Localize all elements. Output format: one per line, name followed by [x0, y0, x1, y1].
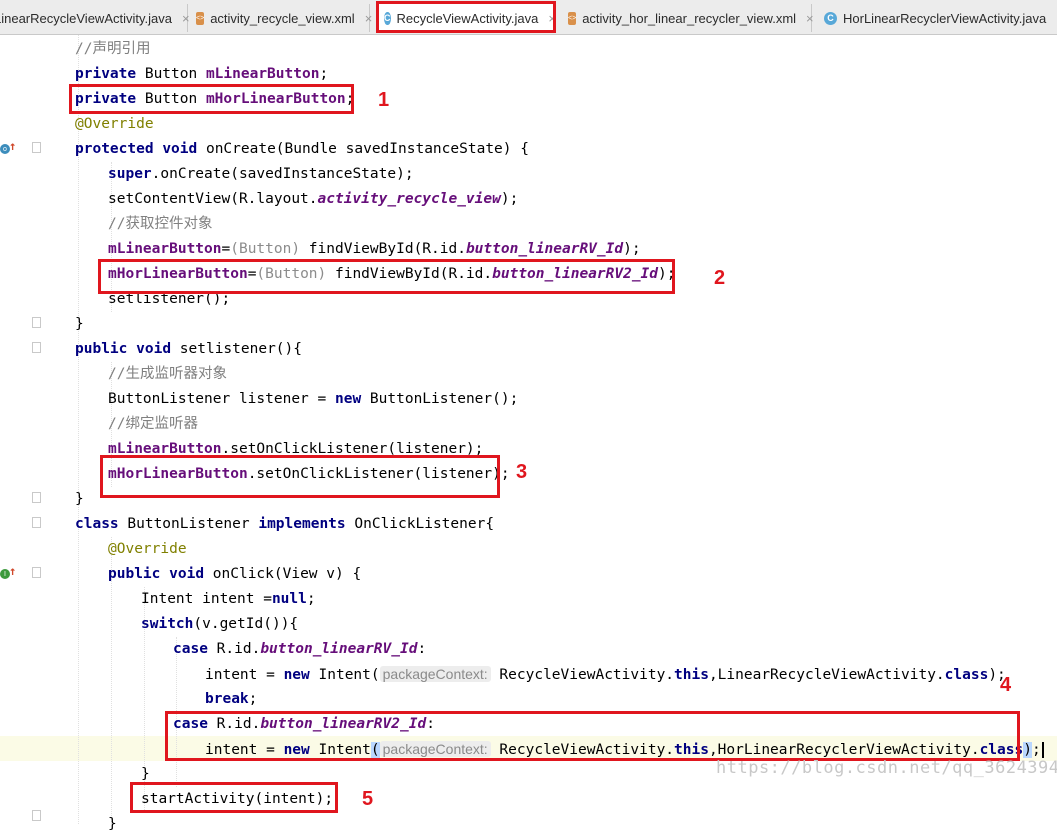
code-line: Intent intent =null;: [141, 591, 316, 607]
highlight-box-5: [130, 782, 338, 813]
java-class-icon: C: [824, 11, 837, 25]
close-icon[interactable]: ×: [806, 11, 814, 26]
annotation-number-3: 3: [516, 461, 528, 483]
annotation-number-5: 5: [362, 788, 374, 810]
code-line: //生成监听器对象: [108, 366, 227, 382]
tab-activity-recycle-view-xml[interactable]: <> activity_recycle_view.xml ×: [190, 4, 373, 32]
fold-marker-icon[interactable]: [32, 517, 41, 528]
code-line: }: [75, 491, 84, 507]
highlight-box-2: [98, 259, 675, 294]
code-line: //绑定监听器: [108, 416, 198, 432]
text-caret: [1041, 742, 1044, 758]
watermark: https://blog.csdn.net/qq_36243942: [716, 758, 1057, 778]
fold-marker-icon[interactable]: [32, 567, 41, 578]
code-line: public void onClick(View v) {: [108, 566, 362, 582]
code-line: }: [108, 816, 117, 832]
tab-label: LinearRecycleViewActivity.java: [0, 10, 172, 26]
highlight-box-4: [165, 711, 1020, 761]
code-line: ButtonListener listener = new ButtonList…: [108, 391, 519, 407]
annotation-number-1: 1: [378, 89, 390, 111]
code-line: switch(v.getId()){: [141, 616, 299, 632]
code-line: break;: [205, 691, 258, 707]
annotation-number-2: 2: [714, 267, 726, 289]
up-arrow-icon[interactable]: ↑: [9, 564, 16, 578]
fold-marker-icon[interactable]: [32, 142, 41, 153]
fold-marker-icon[interactable]: [32, 317, 41, 328]
xml-file-icon: <>: [568, 11, 577, 25]
code-line: }: [75, 316, 84, 332]
code-line: public void setlistener(){: [75, 341, 302, 357]
code-line: super.onCreate(savedInstanceState);: [108, 166, 414, 182]
highlight-box-active-tab: [376, 1, 556, 33]
xml-file-icon: <>: [196, 11, 205, 25]
close-icon[interactable]: ×: [182, 11, 190, 26]
code-line: //获取控件对象: [108, 216, 213, 232]
tab-hor-linear-recycler-view-activity[interactable]: C HorLinearRecyclerViewActivity.java: [818, 4, 1057, 32]
code-editor[interactable]: o ↑ I ↑ //声明引用 private Button mLinearBut…: [0, 35, 1057, 832]
parameter-hint: packageContext:: [379, 666, 491, 682]
code-line: protected void onCreate(Bundle savedInst…: [75, 141, 529, 157]
up-arrow-icon[interactable]: ↑: [9, 139, 16, 153]
tab-linear-recycle-view-activity[interactable]: LinearRecycleViewActivity.java ×: [0, 4, 190, 32]
tab-label: HorLinearRecyclerViewActivity.java: [843, 10, 1047, 26]
fold-marker-icon[interactable]: [32, 342, 41, 353]
fold-marker-icon[interactable]: [32, 492, 41, 503]
code-line: setContentView(R.layout.activity_recycle…: [108, 191, 519, 207]
code-line: //声明引用: [75, 41, 151, 57]
code-line: case R.id.button_linearRV_Id:: [173, 641, 427, 657]
tab-activity-hor-linear-recycler-view-xml[interactable]: <> activity_hor_linear_recycler_view.xml…: [562, 4, 814, 32]
code-line: @Override: [108, 541, 187, 557]
tab-label: activity_hor_linear_recycler_view.xml: [582, 10, 797, 26]
annotation-number-4: 4: [1000, 674, 1012, 696]
tab-label: activity_recycle_view.xml: [210, 10, 355, 26]
fold-marker-icon[interactable]: [32, 810, 41, 821]
code-line: @Override: [75, 116, 154, 132]
highlight-box-1: [69, 84, 354, 114]
code-line: intent = new Intent(packageContext: Recy…: [205, 666, 1006, 683]
code-line: class ButtonListener implements OnClickL…: [75, 516, 495, 532]
highlight-box-3: [100, 455, 500, 498]
close-icon[interactable]: ×: [365, 11, 373, 26]
